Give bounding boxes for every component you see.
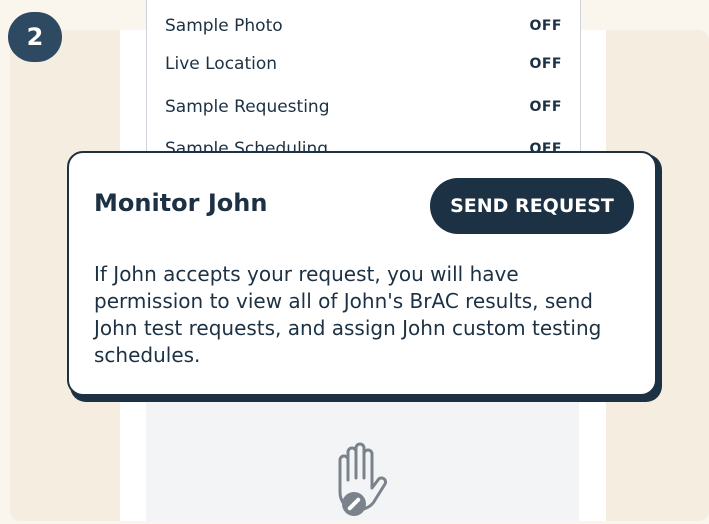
- step-badge: 2: [8, 12, 62, 62]
- card-title: Monitor John: [94, 189, 268, 217]
- monitor-request-card: Monitor John SEND REQUEST If John accept…: [67, 151, 657, 396]
- setting-row-live-location[interactable]: Live Location OFF: [165, 52, 562, 76]
- permission-settings-list: Sample Photo OFF Live Location OFF Sampl…: [146, 0, 581, 160]
- send-request-button[interactable]: SEND REQUEST: [430, 178, 634, 234]
- setting-row-sample-requesting[interactable]: Sample Requesting OFF: [165, 95, 562, 119]
- setting-value[interactable]: OFF: [529, 99, 562, 115]
- setting-label: Sample Photo: [165, 16, 283, 36]
- setting-label: Live Location: [165, 54, 278, 74]
- setting-label: Sample Requesting: [165, 97, 330, 117]
- setting-value[interactable]: OFF: [529, 56, 562, 72]
- card-description: If John accepts your request, you will h…: [94, 262, 602, 367]
- setting-row-sample-photo[interactable]: Sample Photo OFF: [165, 14, 562, 38]
- hand-stop-icon: [338, 442, 387, 516]
- setting-value[interactable]: OFF: [529, 18, 562, 34]
